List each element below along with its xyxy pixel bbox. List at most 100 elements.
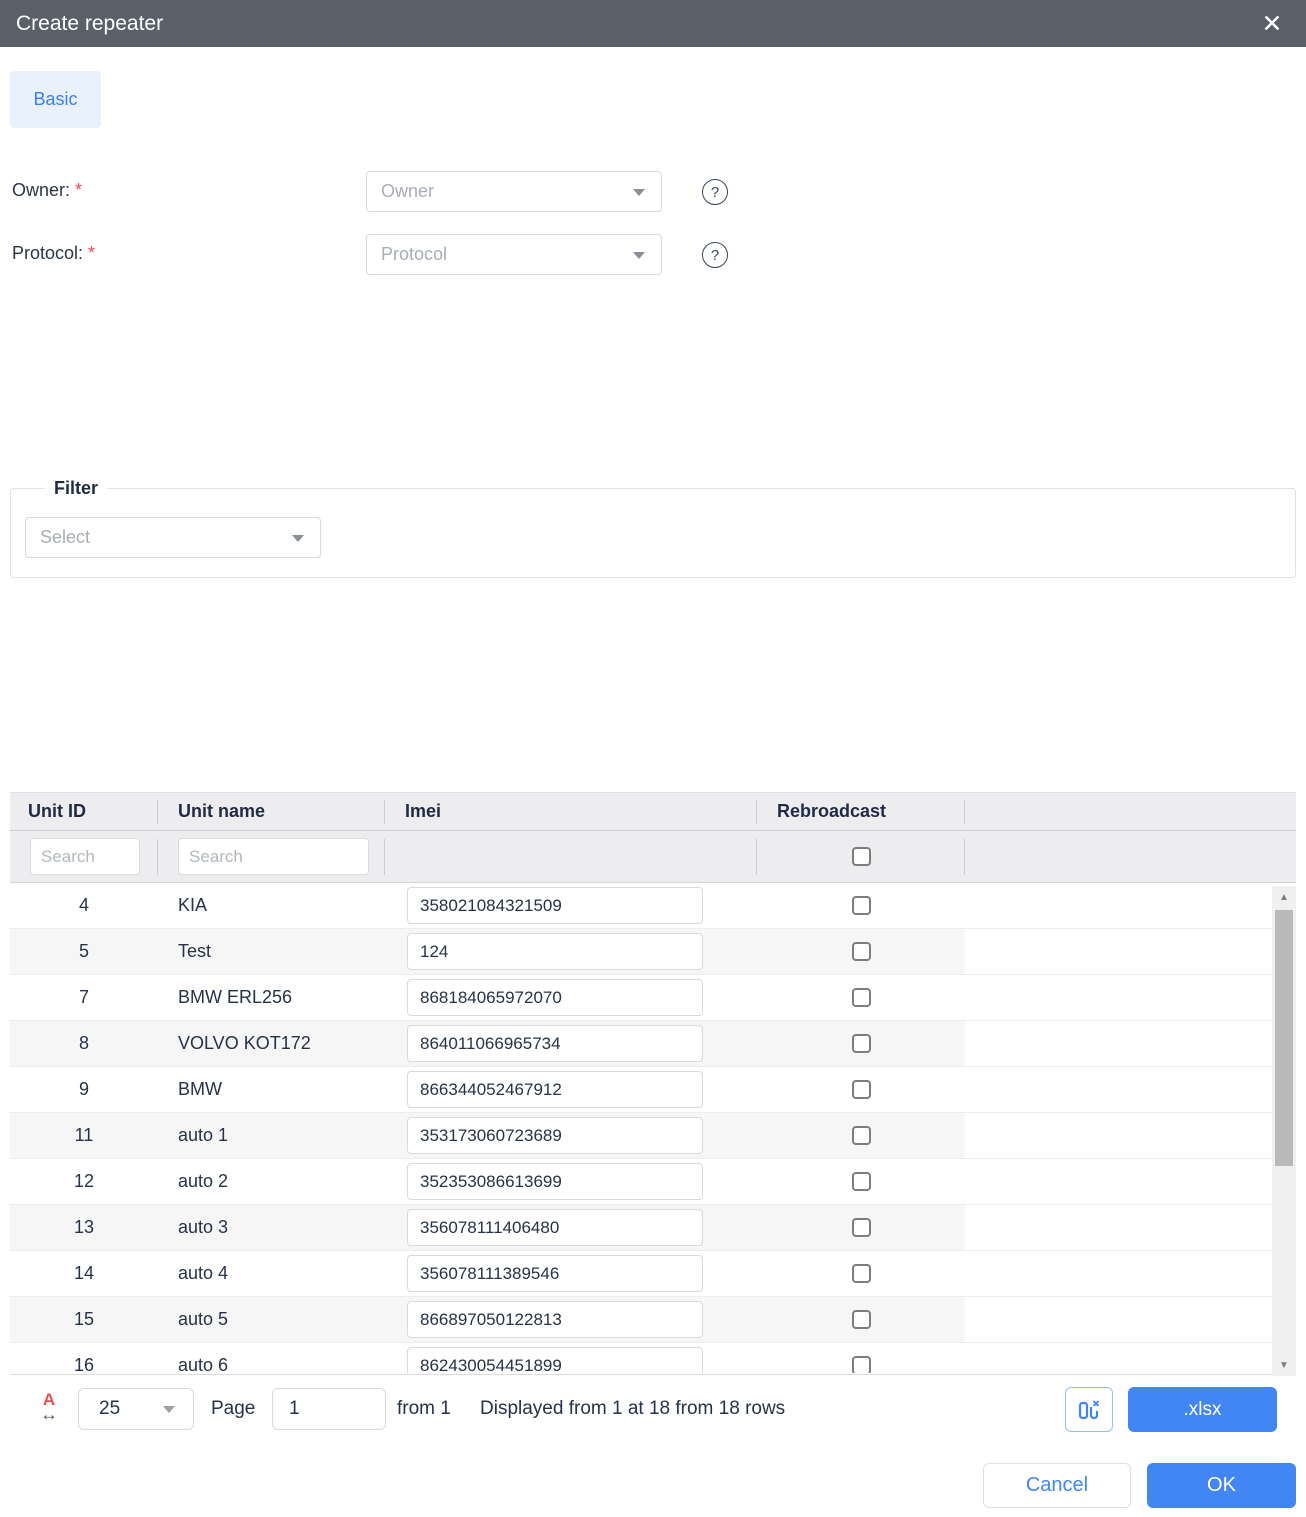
protocol-select[interactable]: Protocol <box>366 234 662 275</box>
close-icon[interactable]: ✕ <box>1252 0 1292 47</box>
filter-legend: Filter <box>45 478 107 499</box>
unit-name-cell: VOLVO KOT172 <box>158 1021 385 1066</box>
unit-name-cell: Test <box>158 929 385 974</box>
filter-fieldset: Filter Select <box>10 478 1296 578</box>
unit-name-cell: auto 4 <box>158 1251 385 1296</box>
scroll-down-icon[interactable]: ▼ <box>1272 1356 1296 1374</box>
table-row: 13 auto 3 <box>10 1205 1296 1251</box>
unit-name-cell: BMW <box>158 1067 385 1112</box>
required-asterisk: * <box>88 243 95 263</box>
table-body: 4 KIA 5 Test 7 BMW ERL256 8 VOLVO KOT172 <box>10 883 1296 1373</box>
imei-input[interactable] <box>407 979 703 1016</box>
unit-name-cell: auto 3 <box>158 1205 385 1250</box>
units-table: Unit ID Unit name Imei Rebroadcast 4 KIA… <box>10 792 1296 1375</box>
rebroadcast-checkbox[interactable] <box>852 1172 871 1191</box>
rebroadcast-select-all-checkbox[interactable] <box>852 847 871 866</box>
table-header-row: Unit ID Unit name Imei Rebroadcast <box>10 793 1296 831</box>
imei-input[interactable] <box>407 1117 703 1154</box>
export-xlsx-button[interactable]: .xlsx <box>1128 1387 1277 1432</box>
unit-id-cell: 8 <box>10 1021 158 1066</box>
unit-id-cell: 7 <box>10 975 158 1020</box>
dialog-titlebar: Create repeater ✕ <box>0 0 1306 47</box>
col-header-unit-id[interactable]: Unit ID <box>10 793 158 830</box>
rebroadcast-checkbox[interactable] <box>852 1034 871 1053</box>
page-number-input[interactable] <box>272 1388 386 1430</box>
rebroadcast-checkbox[interactable] <box>852 1080 871 1099</box>
unit-name-cell: auto 5 <box>158 1297 385 1342</box>
table-row: 14 auto 4 <box>10 1251 1296 1297</box>
imei-input[interactable] <box>407 1347 703 1373</box>
unit-name-cell: auto 2 <box>158 1159 385 1204</box>
unit-id-search-input[interactable] <box>30 838 140 875</box>
rebroadcast-checkbox[interactable] <box>852 1356 871 1373</box>
owner-select[interactable]: Owner <box>366 171 662 212</box>
imei-input[interactable] <box>407 1209 703 1246</box>
columns-with-x-icon <box>1076 1397 1102 1423</box>
unit-id-cell: 15 <box>10 1297 158 1342</box>
rebroadcast-checkbox[interactable] <box>852 988 871 1007</box>
rebroadcast-checkbox[interactable] <box>852 1218 871 1237</box>
table-scrollbar[interactable]: ▲ ▼ <box>1272 886 1296 1376</box>
unit-id-cell: 16 <box>10 1343 158 1373</box>
chevron-down-icon <box>292 535 304 542</box>
unit-name-cell: BMW ERL256 <box>158 975 385 1020</box>
table-search-row <box>10 831 1296 883</box>
imei-input[interactable] <box>407 1255 703 1292</box>
unit-id-cell: 13 <box>10 1205 158 1250</box>
unit-name-cell: KIA <box>158 883 385 928</box>
protocol-label: Protocol:* <box>12 243 95 264</box>
protocol-help-icon[interactable]: ? <box>702 242 728 268</box>
table-row: 7 BMW ERL256 <box>10 975 1296 1021</box>
table-row: 12 auto 2 <box>10 1159 1296 1205</box>
unit-id-cell: 5 <box>10 929 158 974</box>
page-size-select[interactable]: 25 <box>78 1388 194 1430</box>
col-header-filler <box>965 793 1296 830</box>
filter-select-placeholder: Select <box>40 527 90 548</box>
unit-name-cell: auto 6 <box>158 1343 385 1373</box>
pagination-bar: A ↔ 25 Page from 1 Displayed from 1 at 1… <box>0 1383 1306 1439</box>
rebroadcast-checkbox[interactable] <box>852 942 871 961</box>
unit-name-cell: auto 1 <box>158 1113 385 1158</box>
filter-select[interactable]: Select <box>25 517 321 558</box>
col-header-rebroadcast[interactable]: Rebroadcast <box>757 793 965 830</box>
unit-id-cell: 12 <box>10 1159 158 1204</box>
unit-id-cell: 11 <box>10 1113 158 1158</box>
tab-basic[interactable]: Basic <box>10 71 101 128</box>
autofit-columns-icon[interactable]: A ↔ <box>34 1391 64 1422</box>
column-visibility-button[interactable] <box>1065 1387 1113 1432</box>
rebroadcast-checkbox[interactable] <box>852 1126 871 1145</box>
dialog-actions: Cancel OK <box>0 1463 1306 1509</box>
rebroadcast-checkbox[interactable] <box>852 1264 871 1283</box>
required-asterisk: * <box>75 180 82 200</box>
imei-input[interactable] <box>407 1301 703 1338</box>
owner-select-placeholder: Owner <box>381 181 434 202</box>
table-row: 11 auto 1 <box>10 1113 1296 1159</box>
col-header-imei[interactable]: Imei <box>385 793 757 830</box>
imei-input[interactable] <box>407 887 703 924</box>
page-size-value: 25 <box>99 1398 120 1420</box>
scroll-up-icon[interactable]: ▲ <box>1272 888 1296 906</box>
imei-input[interactable] <box>407 1025 703 1062</box>
table-row: 9 BMW <box>10 1067 1296 1113</box>
unit-name-search-input[interactable] <box>178 838 369 875</box>
displayed-rows-text: Displayed from 1 at 18 from 18 rows <box>480 1398 785 1420</box>
imei-input[interactable] <box>407 1163 703 1200</box>
col-header-unit-name[interactable]: Unit name <box>158 793 385 830</box>
table-row: 4 KIA <box>10 883 1296 929</box>
unit-id-cell: 4 <box>10 883 158 928</box>
imei-input[interactable] <box>407 933 703 970</box>
page-count-text: from 1 <box>397 1398 451 1420</box>
imei-search-cell <box>385 831 757 882</box>
imei-input[interactable] <box>407 1071 703 1108</box>
page-label: Page <box>211 1398 255 1420</box>
create-repeater-dialog: Create repeater ✕ Basic Owner:* Owner ? … <box>0 0 1306 1517</box>
ok-button[interactable]: OK <box>1147 1463 1296 1508</box>
unit-id-cell: 14 <box>10 1251 158 1296</box>
rebroadcast-checkbox[interactable] <box>852 896 871 915</box>
cancel-button[interactable]: Cancel <box>983 1463 1131 1508</box>
owner-help-icon[interactable]: ? <box>702 179 728 205</box>
chevron-down-icon <box>633 189 645 196</box>
scrollbar-thumb[interactable] <box>1275 910 1293 1166</box>
rebroadcast-checkbox[interactable] <box>852 1310 871 1329</box>
owner-label: Owner:* <box>12 180 82 201</box>
